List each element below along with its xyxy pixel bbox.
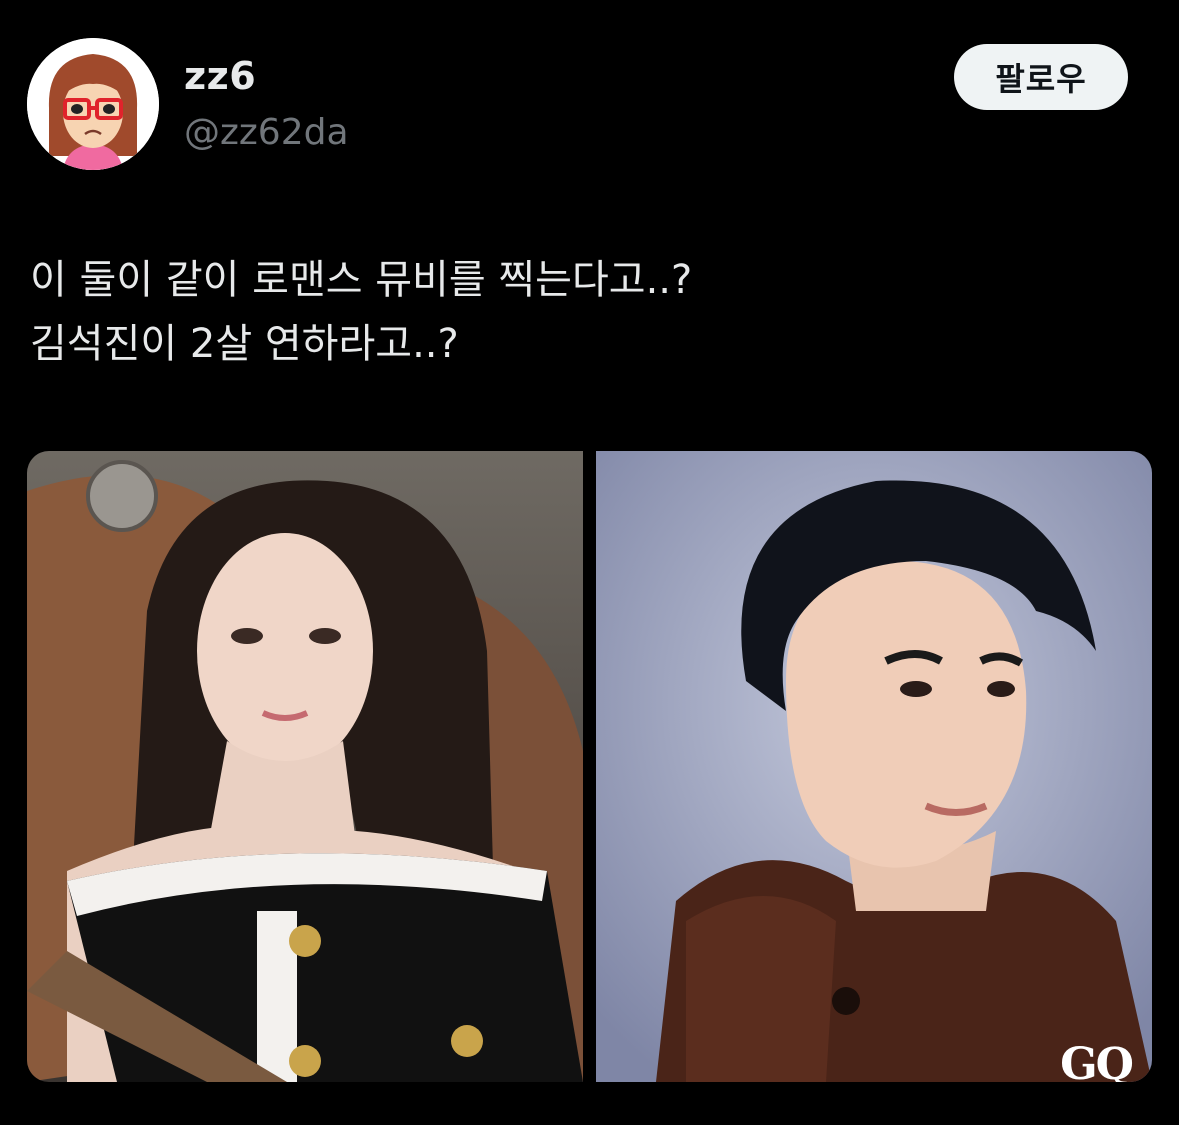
user-handle[interactable]: @zz62da — [184, 112, 349, 153]
display-name[interactable]: zz6 — [184, 54, 256, 98]
media-grid: GQ — [27, 451, 1152, 1082]
mii-avatar-icon — [27, 38, 159, 170]
photo-left[interactable] — [27, 451, 583, 1082]
tweet-text: 이 둘이 같이 로맨스 뮤비를 찍는다고..? 김석진이 2살 연하라고..? — [30, 248, 1150, 376]
follow-button[interactable]: 팔로우 — [954, 44, 1128, 110]
gq-watermark: GQ — [1060, 1039, 1134, 1082]
avatar[interactable] — [27, 38, 159, 170]
tweet-text-line: 이 둘이 같이 로맨스 뮤비를 찍는다고..? — [30, 257, 693, 303]
photo-right[interactable]: GQ — [596, 451, 1152, 1082]
tweet-text-line: 김석진이 2살 연하라고..? — [30, 321, 459, 367]
